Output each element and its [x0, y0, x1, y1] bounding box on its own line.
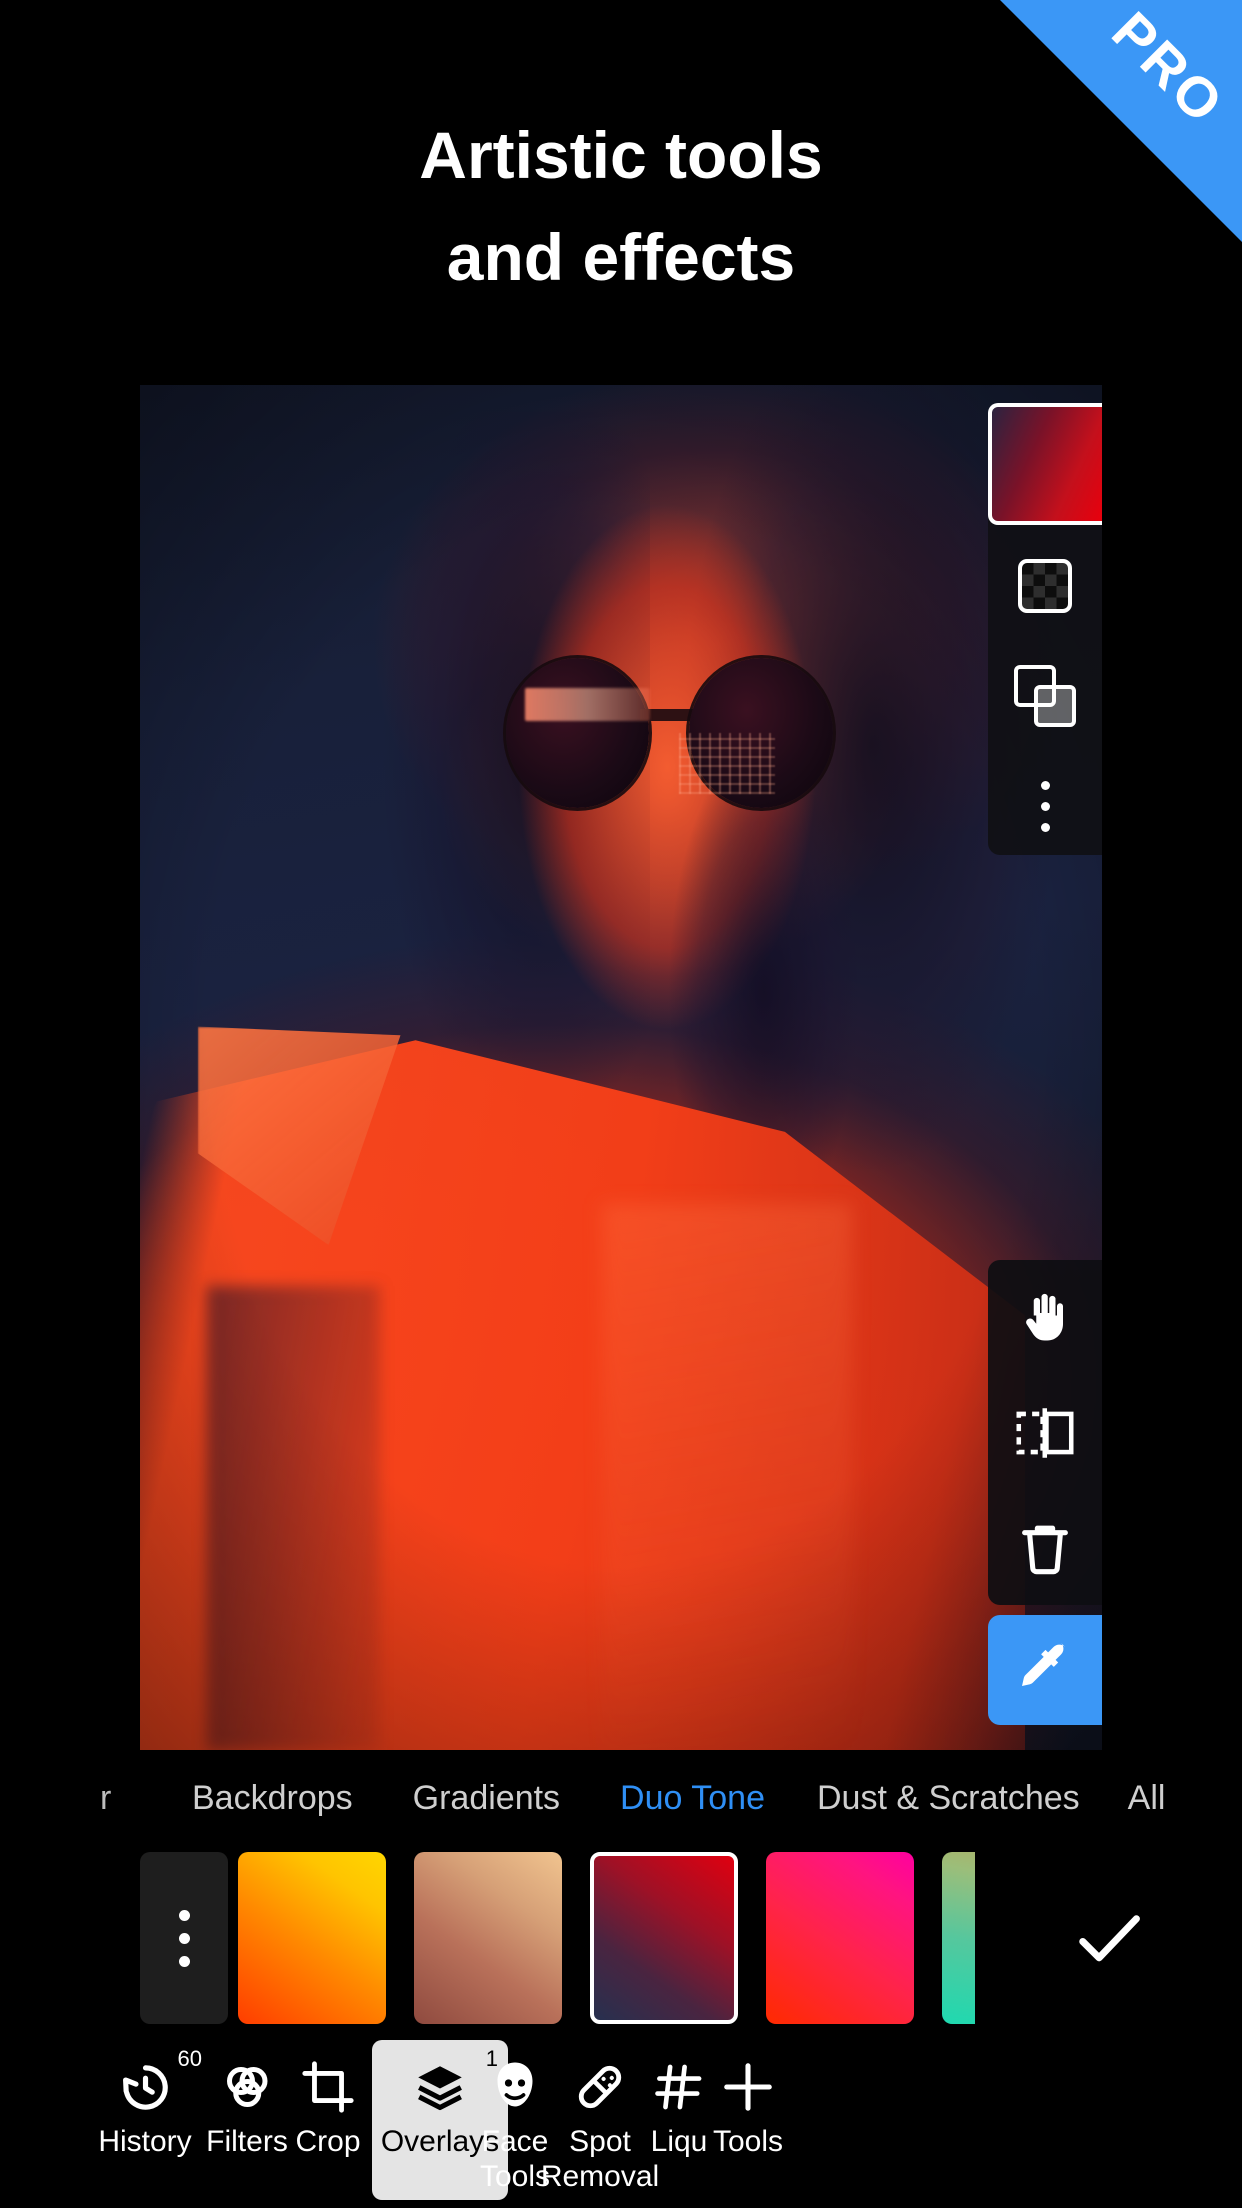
blend-mode-icon	[1014, 665, 1076, 727]
flip-button[interactable]	[988, 1375, 1102, 1490]
category-tabs[interactable]: r Backdrops Gradients Duo Tone Dust & Sc…	[0, 1752, 1242, 1844]
bottom-toolbar[interactable]: 60 History Filters Crop 1 Overlays Face …	[0, 2034, 1242, 2208]
page-title-line2: and effects	[446, 220, 796, 294]
spot-removal-icon	[578, 2065, 622, 2109]
canvas-tool-panel	[988, 1260, 1102, 1605]
pan-button[interactable]	[988, 1260, 1102, 1375]
eyedropper-button[interactable]	[988, 1615, 1102, 1725]
delete-button[interactable]	[988, 1490, 1102, 1605]
blend-mode-button[interactable]	[988, 641, 1102, 751]
transparency-icon	[1018, 559, 1072, 613]
tab-all[interactable]: All	[1128, 1779, 1166, 1818]
page-title-line1: Artistic tools	[419, 118, 823, 192]
tab-gradients[interactable]: Gradients	[413, 1779, 560, 1818]
app-root: PRO Artistic tools and effects r Backdro…	[0, 0, 1242, 2208]
filters-icon	[227, 2067, 268, 2107]
tab-truncated[interactable]: r	[100, 1779, 140, 1818]
crop-label: Crop	[295, 2125, 361, 2158]
tab-dust-scratches[interactable]: Dust & Scratches	[817, 1779, 1080, 1818]
delete-trash-icon	[1022, 1525, 1068, 1574]
preset-orange-yellow[interactable]	[238, 1852, 386, 2024]
plus-icon-wrap	[719, 2056, 777, 2118]
history-icon	[123, 2065, 168, 2110]
toolbar-item-tools[interactable]: Tools	[690, 2040, 806, 2200]
preset-red-navy[interactable]	[590, 1852, 738, 2024]
eyedropper-icon	[1022, 1642, 1066, 1687]
spot-removal-icon-wrap	[571, 2056, 629, 2118]
preset-more-button[interactable]	[140, 1852, 228, 2024]
page-title: Artistic tools and effects	[0, 104, 1242, 308]
crop-icon-wrap	[299, 2056, 357, 2118]
layer-more-button[interactable]	[988, 751, 1102, 861]
pan-hand-icon	[1026, 1293, 1063, 1340]
crop-icon	[302, 2061, 354, 2113]
tab-backdrops[interactable]: Backdrops	[192, 1779, 353, 1818]
history-icon-wrap: 60	[114, 2046, 202, 2118]
toolbar-item-crop[interactable]: Crop	[272, 2040, 384, 2200]
tools-label: Tools	[712, 2125, 784, 2158]
history-label: History	[98, 2125, 192, 2158]
more-presets-icon	[178, 1909, 190, 1967]
layer-panel	[988, 403, 1102, 855]
layer-thumbnail[interactable]	[988, 403, 1102, 525]
checkmark-icon	[1078, 1915, 1140, 1962]
preset-copper-tan[interactable]	[414, 1852, 562, 2024]
more-options-icon	[1040, 780, 1050, 832]
plus-icon	[724, 2063, 772, 2111]
tab-duo-tone[interactable]: Duo Tone	[620, 1779, 765, 1818]
preset-red-pink[interactable]	[766, 1852, 914, 2024]
photo-vignette	[140, 385, 1102, 1750]
filters-icon-wrap	[217, 2056, 277, 2118]
flip-mirror-icon	[1016, 1407, 1074, 1458]
photo-editor-canvas[interactable]	[140, 385, 1102, 1750]
confirm-button[interactable]	[975, 1852, 1242, 2024]
transparency-button[interactable]	[988, 531, 1102, 641]
